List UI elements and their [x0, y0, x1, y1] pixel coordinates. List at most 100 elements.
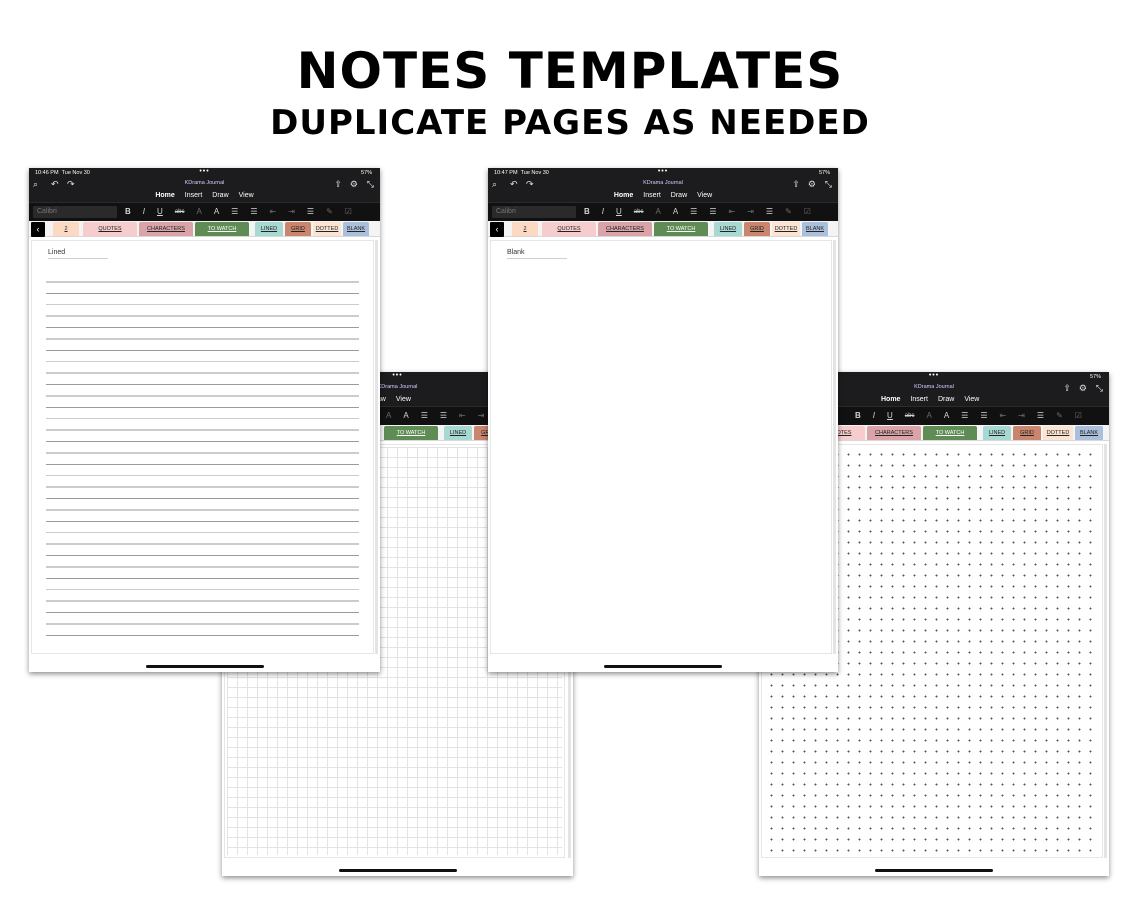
tab-view[interactable]: View: [697, 190, 712, 202]
scrollbar[interactable]: [833, 240, 836, 654]
section-tab-2[interactable]: 2: [53, 222, 79, 236]
back-button[interactable]: ‹: [31, 222, 45, 237]
section-tab-dotted[interactable]: DOTTED: [1043, 426, 1073, 440]
indent-tool[interactable]: ⇥: [747, 206, 754, 218]
redo-icon[interactable]: ↷: [526, 179, 534, 189]
outdent-tool[interactable]: ⇤: [270, 206, 277, 218]
indent-tool[interactable]: ⇥: [478, 410, 485, 422]
numbering-tool[interactable]: ☰: [440, 410, 447, 422]
italic-tool[interactable]: I: [143, 206, 145, 218]
multitask-dots[interactable]: •••: [658, 168, 668, 175]
section-tab-characters[interactable]: CHARACTERS: [598, 222, 652, 236]
section-tab-grid[interactable]: GRID: [744, 222, 770, 236]
home-indicator[interactable]: [145, 665, 264, 668]
section-tab-characters[interactable]: CHARACTERS: [139, 222, 193, 236]
section-tab-to-watch[interactable]: TO WATCH: [654, 222, 708, 236]
strikethrough-tool[interactable]: abc: [905, 410, 915, 422]
italic-tool[interactable]: I: [873, 410, 875, 422]
numbering-tool[interactable]: ☰: [980, 410, 987, 422]
indent-tool[interactable]: ⇥: [1018, 410, 1025, 422]
underline-tool[interactable]: U: [887, 410, 893, 422]
section-tab-2[interactable]: 2: [512, 222, 538, 236]
strikethrough-tool[interactable]: abc: [175, 206, 185, 218]
section-tab-grid[interactable]: GRID: [285, 222, 311, 236]
bullets-tool[interactable]: ☰: [690, 206, 697, 218]
section-tab-lined[interactable]: LINED: [255, 222, 283, 236]
font-color-tool[interactable]: A: [673, 206, 678, 218]
section-tab-grid[interactable]: GRID: [1013, 426, 1041, 440]
align-tool[interactable]: ☰: [307, 206, 314, 218]
outdent-tool[interactable]: ⇤: [459, 410, 466, 422]
gear-icon[interactable]: ⚙: [1079, 383, 1087, 393]
highlight-tool[interactable]: A: [196, 206, 201, 218]
section-tab-blank[interactable]: BLANK: [802, 222, 828, 236]
tab-draw[interactable]: Draw: [671, 190, 687, 202]
multitask-dots[interactable]: •••: [929, 372, 939, 379]
page-title[interactable]: Blank: [507, 249, 567, 259]
pen-tool[interactable]: ✎: [326, 206, 333, 218]
checkbox-tool[interactable]: ☑: [345, 206, 352, 218]
multitask-dots[interactable]: •••: [392, 372, 402, 379]
pen-tool[interactable]: ✎: [1056, 410, 1063, 422]
collapse-icon[interactable]: ⤡: [367, 179, 374, 189]
checkbox-tool[interactable]: ☑: [804, 206, 811, 218]
home-indicator[interactable]: [338, 869, 457, 872]
search-icon[interactable]: ⌕: [492, 179, 497, 189]
gear-icon[interactable]: ⚙: [350, 179, 358, 189]
tab-view[interactable]: View: [239, 190, 254, 202]
font-color-tool[interactable]: A: [403, 410, 408, 422]
underline-tool[interactable]: U: [616, 206, 622, 218]
section-tab-to-watch[interactable]: TO WATCH: [384, 426, 438, 440]
tab-insert[interactable]: Insert: [910, 394, 928, 406]
section-tab-quotes[interactable]: QUOTES: [83, 222, 137, 236]
numbering-tool[interactable]: ☰: [250, 206, 257, 218]
font-selector[interactable]: Calibri: [33, 206, 117, 218]
align-tool[interactable]: ☰: [1037, 410, 1044, 422]
align-tool[interactable]: ☰: [766, 206, 773, 218]
bold-tool[interactable]: B: [855, 410, 861, 422]
bullets-tool[interactable]: ☰: [421, 410, 428, 422]
tab-home[interactable]: Home: [881, 394, 900, 406]
share-icon[interactable]: ⇪: [792, 179, 800, 189]
outdent-tool[interactable]: ⇤: [1000, 410, 1007, 422]
pen-tool[interactable]: ✎: [785, 206, 792, 218]
checkbox-tool[interactable]: ☑: [1075, 410, 1082, 422]
highlight-tool[interactable]: A: [386, 410, 391, 422]
section-tab-blank[interactable]: BLANK: [343, 222, 369, 236]
page-title[interactable]: Lined: [48, 249, 108, 259]
home-indicator[interactable]: [604, 665, 722, 668]
blank-page[interactable]: Blank: [490, 240, 832, 654]
share-icon[interactable]: ⇪: [334, 179, 342, 189]
tab-insert[interactable]: Insert: [185, 190, 203, 202]
lined-page[interactable]: Lined: [31, 240, 374, 654]
share-icon[interactable]: ⇪: [1063, 383, 1071, 393]
italic-tool[interactable]: I: [602, 206, 604, 218]
gear-icon[interactable]: ⚙: [808, 179, 816, 189]
tab-insert[interactable]: Insert: [643, 190, 661, 202]
tab-draw[interactable]: Draw: [938, 394, 954, 406]
section-tab-dotted[interactable]: DOTTED: [772, 222, 800, 236]
multitask-dots[interactable]: •••: [199, 168, 209, 175]
strikethrough-tool[interactable]: abc: [634, 206, 644, 218]
section-tab-to-watch[interactable]: TO WATCH: [195, 222, 249, 236]
indent-tool[interactable]: ⇥: [288, 206, 295, 218]
undo-icon[interactable]: ↶: [51, 179, 59, 189]
font-color-tool[interactable]: A: [214, 206, 219, 218]
section-tab-quotes[interactable]: QUOTES: [542, 222, 596, 236]
scrollbar[interactable]: [375, 240, 378, 654]
bullets-tool[interactable]: ☰: [231, 206, 238, 218]
scrollbar[interactable]: [1104, 444, 1107, 858]
back-button[interactable]: ‹: [490, 222, 504, 237]
section-tab-to-watch[interactable]: TO WATCH: [923, 426, 977, 440]
section-tab-dotted[interactable]: DOTTED: [313, 222, 341, 236]
underline-tool[interactable]: U: [157, 206, 163, 218]
font-selector[interactable]: Calibri: [492, 206, 576, 218]
undo-icon[interactable]: ↶: [510, 179, 518, 189]
redo-icon[interactable]: ↷: [67, 179, 75, 189]
section-tab-blank[interactable]: BLANK: [1075, 426, 1103, 440]
section-tab-lined[interactable]: LINED: [983, 426, 1011, 440]
highlight-tool[interactable]: A: [655, 206, 660, 218]
tab-view[interactable]: View: [396, 394, 411, 406]
bold-tool[interactable]: B: [125, 206, 131, 218]
collapse-icon[interactable]: ⤡: [825, 179, 832, 189]
